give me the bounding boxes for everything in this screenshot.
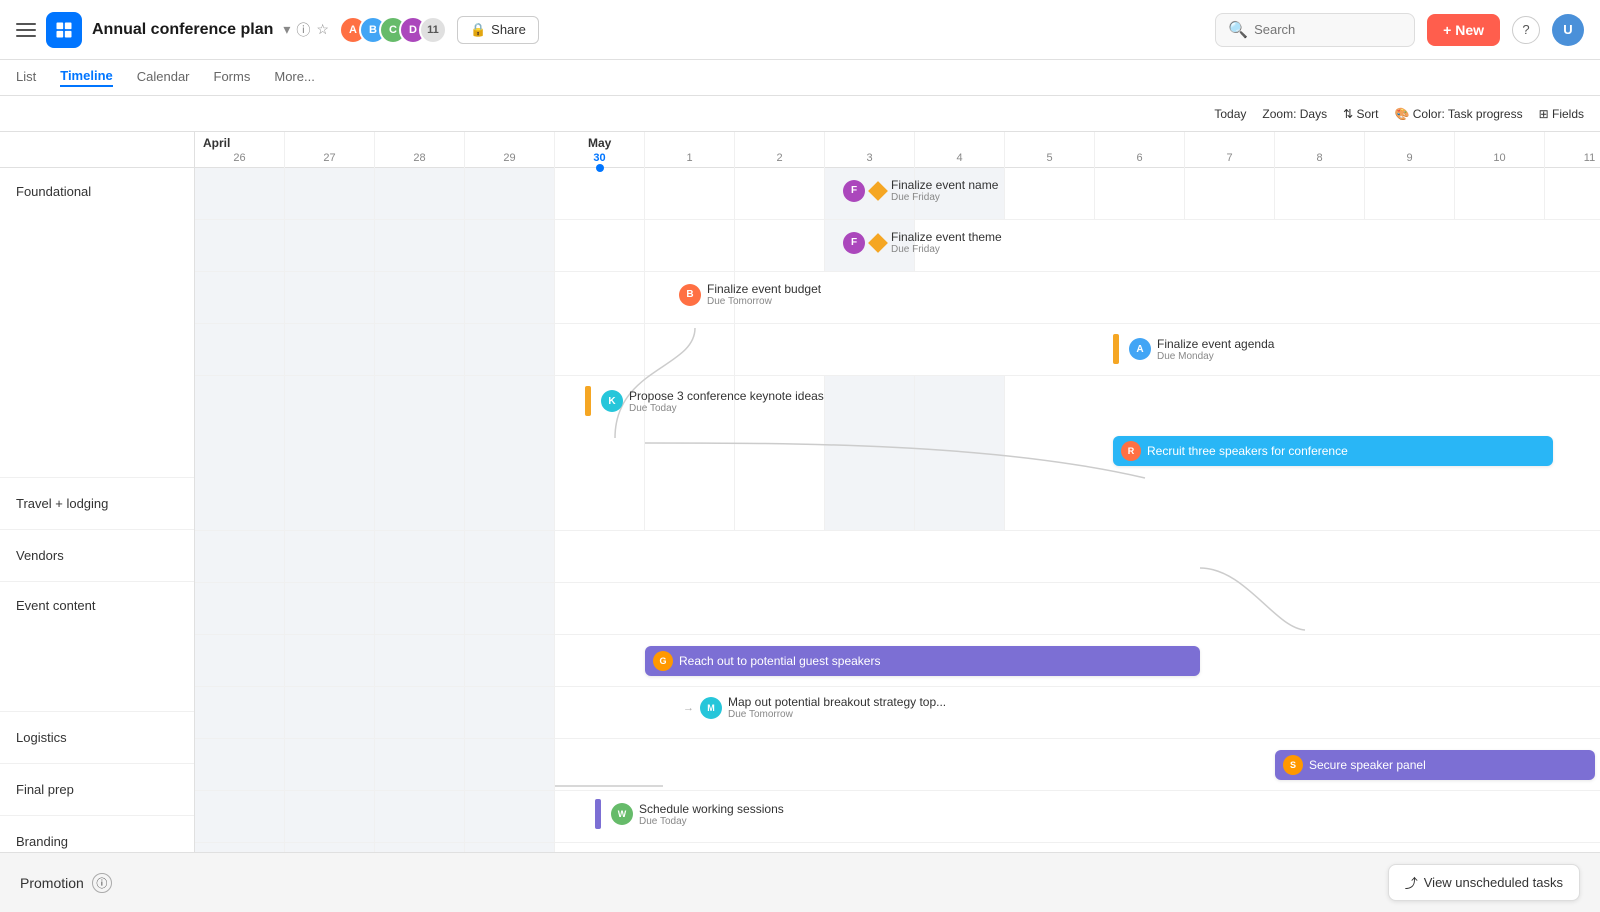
task-bar-secure-speaker[interactable]: S Secure speaker panel xyxy=(1275,750,1595,780)
grid-row-event1: G Reach out to potential guest speakers xyxy=(195,635,1600,687)
tab-forms[interactable]: Forms xyxy=(214,69,251,86)
milestone-finalize-theme[interactable]: F Finalize event theme Due Friday xyxy=(843,230,1002,255)
star-icon[interactable]: ☆ xyxy=(316,21,329,38)
bottom-bar: Promotion ⓘ ⤴ View unscheduled tasks xyxy=(0,852,1600,912)
unscheduled-icon: ⤴ xyxy=(1405,873,1418,892)
share-button[interactable]: 🔒 Share xyxy=(457,16,539,44)
task-bar-recruit-speakers[interactable]: R Recruit three speakers for conference xyxy=(1113,436,1553,466)
tab-list[interactable]: List xyxy=(16,69,36,86)
project-avatars: A B C D 11 xyxy=(339,16,447,44)
grid-row-5: K Propose 3 conference keynote ideas Due… xyxy=(195,376,1600,531)
timeline-controls: Today Zoom: Days ⇅ Sort 🎨 Color: Task pr… xyxy=(1214,107,1584,121)
new-button[interactable]: + New xyxy=(1427,14,1500,46)
search-icon: 🔍 xyxy=(1228,20,1248,40)
groups-sidebar: Foundational Travel + lodging Vendors Ev… xyxy=(0,132,195,876)
tab-calendar[interactable]: Calendar xyxy=(137,69,190,86)
group-event-content: Event content xyxy=(0,582,194,712)
group-vendors: Vendors xyxy=(0,530,194,582)
promotion-label: Promotion ⓘ xyxy=(20,873,112,893)
group-travel: Travel + lodging xyxy=(0,478,194,530)
unscheduled-tasks-button[interactable]: ⤴ View unscheduled tasks xyxy=(1388,864,1580,901)
date-3: 3 xyxy=(825,132,915,168)
date-header: April May 26 27 28 29 30 1 2 3 4 5 6 7 8… xyxy=(195,132,1600,168)
group-final-prep: Final prep xyxy=(0,764,194,816)
tab-timeline[interactable]: Timeline xyxy=(60,68,113,87)
task-bar-reach-out[interactable]: G Reach out to potential guest speakers xyxy=(645,646,1200,676)
help-button[interactable]: ? xyxy=(1512,16,1540,44)
grid-row-logistics: W Schedule working sessions Due Today xyxy=(195,791,1600,843)
milestone-propose-keynote[interactable]: K Propose 3 conference keynote ideas Due… xyxy=(585,386,824,416)
grid-row-event2: → M Map out potential breakout strategy … xyxy=(195,687,1600,739)
grid-row-vendors xyxy=(195,583,1600,635)
avatar-count[interactable]: 11 xyxy=(419,16,447,44)
date-7: 7 xyxy=(1185,132,1275,168)
date-8: 8 xyxy=(1275,132,1365,168)
project-title: Annual conference plan xyxy=(92,21,273,39)
today-button[interactable]: Today xyxy=(1214,107,1246,121)
date-5: 5 xyxy=(1005,132,1095,168)
search-box[interactable]: 🔍 xyxy=(1215,13,1415,47)
promotion-info-icon[interactable]: ⓘ xyxy=(92,873,112,893)
grid-row-event3: S Secure speaker panel xyxy=(195,739,1600,791)
date-27: 27 xyxy=(285,132,375,168)
date-10: 10 xyxy=(1455,132,1545,168)
color-button[interactable]: 🎨 Color: Task progress xyxy=(1394,107,1522,121)
main-container: Foundational Travel + lodging Vendors Ev… xyxy=(0,132,1600,876)
group-logistics: Logistics xyxy=(0,712,194,764)
tab-more[interactable]: More... xyxy=(274,69,314,86)
zoom-button[interactable]: Zoom: Days xyxy=(1262,107,1327,121)
grid-row-1: F Finalize event name Due Friday xyxy=(195,168,1600,220)
info-icon[interactable]: ⓘ xyxy=(296,20,310,40)
milestone-schedule-sessions[interactable]: W Schedule working sessions Due Today xyxy=(595,799,784,829)
lock-icon: 🔒 xyxy=(470,22,486,38)
nav-left: Annual conference plan ▾ ⓘ ☆ A B C D 11 … xyxy=(16,12,1215,48)
milestone-finalize-name[interactable]: F Finalize event name Due Friday xyxy=(843,178,998,203)
grid-row-travel xyxy=(195,531,1600,583)
milestone-map-out[interactable]: → M Map out potential breakout strategy … xyxy=(683,695,946,720)
date-26: 26 xyxy=(195,132,285,168)
date-1: 1 xyxy=(645,132,735,168)
search-input[interactable] xyxy=(1254,22,1402,37)
top-nav: Annual conference plan ▾ ⓘ ☆ A B C D 11 … xyxy=(0,0,1600,60)
group-foundational: Foundational xyxy=(0,168,194,478)
hamburger-button[interactable] xyxy=(16,23,36,37)
timeline-area[interactable]: April May 26 27 28 29 30 1 2 3 4 5 6 7 8… xyxy=(195,132,1600,876)
date-4: 4 xyxy=(915,132,1005,168)
date-29: 29 xyxy=(465,132,555,168)
nav-right: 🔍 + New ? U xyxy=(1215,13,1584,47)
date-2: 2 xyxy=(735,132,825,168)
date-30: 30 xyxy=(555,132,645,168)
milestone-finalize-budget[interactable]: B Finalize event budget Due Tomorrow xyxy=(663,282,821,307)
date-28: 28 xyxy=(375,132,465,168)
milestone-finalize-agenda[interactable]: A Finalize event agenda Due Monday xyxy=(1113,334,1274,364)
fields-button[interactable]: ⊞ Fields xyxy=(1539,107,1584,121)
grid-row-4: A Finalize event agenda Due Monday xyxy=(195,324,1600,376)
dropdown-icon[interactable]: ▾ xyxy=(283,21,290,38)
date-9: 9 xyxy=(1365,132,1455,168)
date-11: 11 xyxy=(1545,132,1600,168)
sub-nav: List Timeline Calendar Forms More... xyxy=(0,60,1600,96)
timeline-header-bar: Today Zoom: Days ⇅ Sort 🎨 Color: Task pr… xyxy=(0,96,1600,132)
sort-button[interactable]: ⇅ Sort xyxy=(1343,107,1378,121)
grid-row-3: B Finalize event budget Due Tomorrow xyxy=(195,272,1600,324)
app-icon xyxy=(46,12,82,48)
grid-row-2: F Finalize event theme Due Friday xyxy=(195,220,1600,272)
title-actions: ▾ ⓘ ☆ xyxy=(283,20,329,40)
date-6: 6 xyxy=(1095,132,1185,168)
timeline-grid: F Finalize event name Due Friday xyxy=(195,168,1600,876)
user-avatar[interactable]: U xyxy=(1552,14,1584,46)
